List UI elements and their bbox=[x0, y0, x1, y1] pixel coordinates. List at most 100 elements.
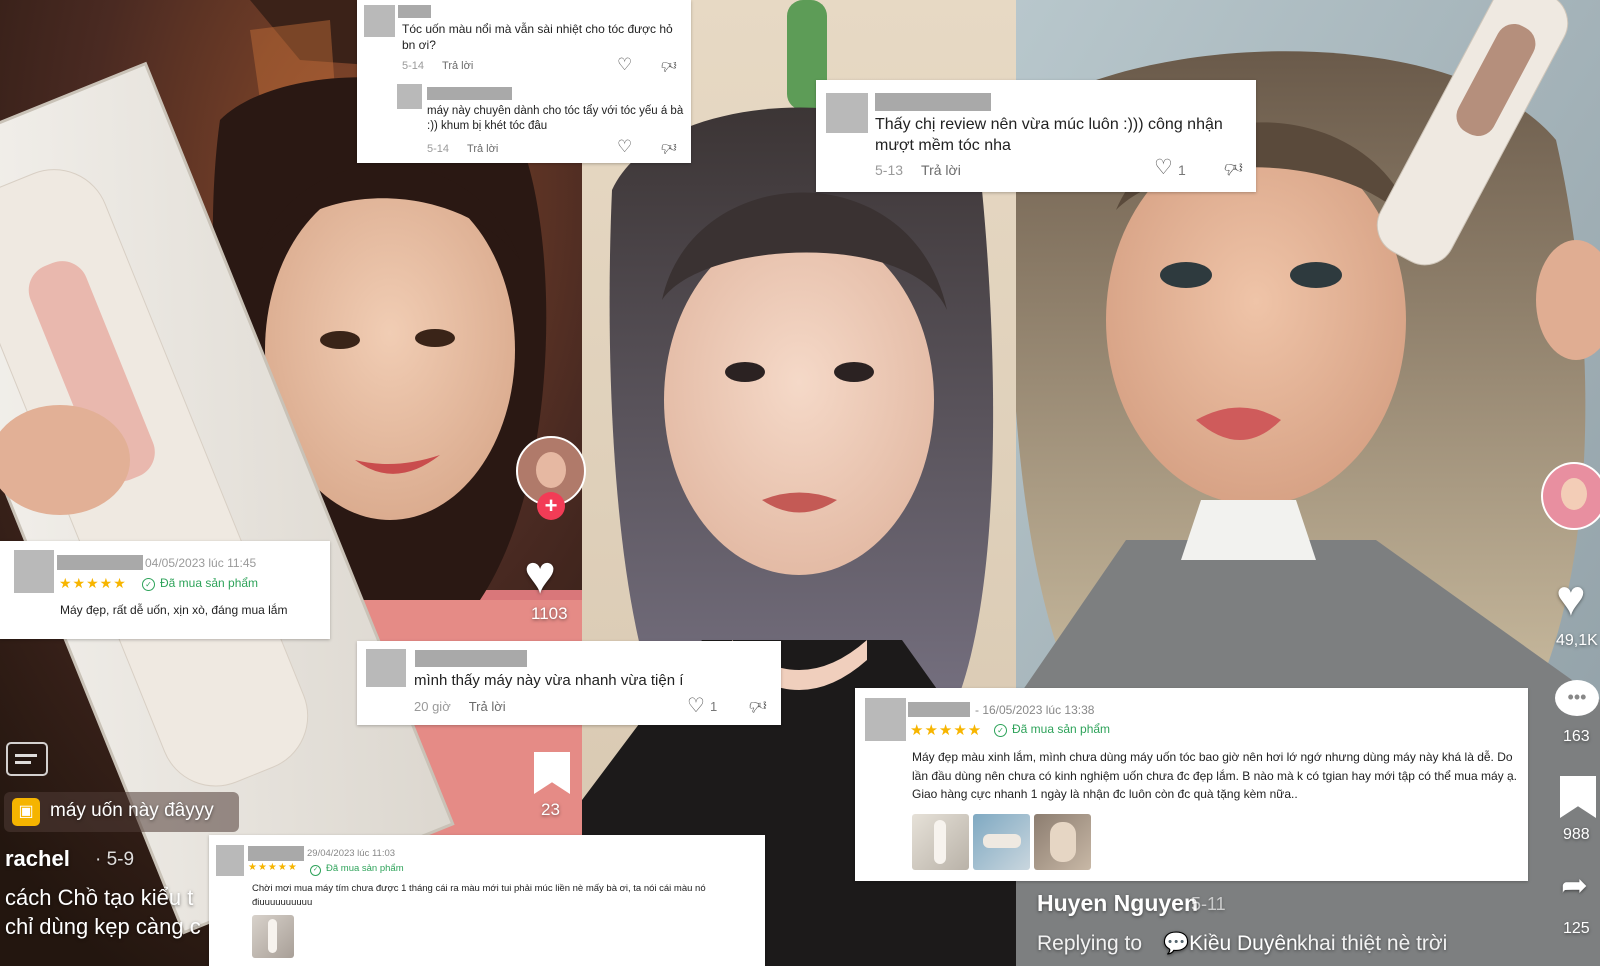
comment3-reply-button[interactable]: Trả lời bbox=[921, 162, 961, 178]
video1-caption-line-2: chỉ dùng kẹp càng c bbox=[5, 914, 201, 939]
review3-username-redacted bbox=[248, 846, 304, 861]
video3-save-count: 988 bbox=[1563, 826, 1590, 843]
review3-thumbnail[interactable] bbox=[252, 915, 294, 958]
review2-thumbnail-1-product bbox=[934, 820, 946, 864]
check-circle-icon: ✓ bbox=[310, 865, 321, 876]
review2-text: Máy đẹp màu xinh lắm, mình chưa dùng máy… bbox=[912, 750, 1517, 802]
video3-mention[interactable]: 💬Kiều Duyên bbox=[1163, 932, 1298, 956]
video3-author[interactable]: Huyen Nguyen bbox=[1037, 890, 1198, 917]
video3-comment-count: 163 bbox=[1563, 728, 1590, 745]
video3-heart-icon[interactable]: ♥ bbox=[1556, 573, 1586, 623]
review-card-3: 29/04/2023 lúc 11:03 ★★★★★ ✓ Đã mua sản p… bbox=[209, 835, 765, 966]
review3-stars: ★★★★★ bbox=[248, 862, 298, 873]
review2-stars: ★★★★★ bbox=[910, 722, 983, 739]
video3-date: 5-11 bbox=[1191, 894, 1226, 914]
comment1-text: Tóc uốn màu nổi mà vẫn sài nhiệt cho tóc… bbox=[402, 22, 673, 52]
review3-avatar bbox=[216, 845, 244, 876]
comment1-meta: 5-14 Trả lời bbox=[402, 60, 473, 72]
comment2-dislike-icon[interactable]: 👍︎ bbox=[661, 138, 677, 156]
comment4-date: 20 giờ bbox=[414, 699, 451, 714]
review2-thumbnail-3[interactable] bbox=[1034, 814, 1091, 870]
review3-bought-label: Đã mua sản phẩm bbox=[326, 863, 404, 874]
video1-like-count: 1103 bbox=[531, 604, 568, 623]
comment-card-review-buy: Thấy chị review nên vừa múc luôn :))) cô… bbox=[816, 80, 1256, 192]
comment3-date: 5-13 bbox=[875, 162, 904, 178]
video3-author-avatar[interactable] bbox=[1541, 462, 1600, 530]
comment2-heart-icon[interactable]: ♡ bbox=[617, 137, 632, 157]
comment1-username-redacted bbox=[398, 5, 431, 18]
comment4-text: mình thấy máy này vừa nhanh vừa tiện í bbox=[414, 672, 684, 689]
review-card-2: - 16/05/2023 lúc 13:38 ★★★★★ ✓ Đã mua sản… bbox=[855, 688, 1528, 881]
check-circle-icon: ✓ bbox=[994, 724, 1007, 737]
review1-bought-label: Đã mua sản phẩm bbox=[160, 576, 259, 590]
video3-reply-text: khai thiệt nè trời bbox=[1297, 932, 1448, 955]
video3-replying-to: Replying to bbox=[1037, 932, 1143, 955]
video1-heart-icon[interactable]: ♥ bbox=[524, 548, 556, 602]
review3-thumbnail-product bbox=[268, 919, 277, 953]
comment3-dislike-icon[interactable]: 👍︎ bbox=[1224, 157, 1243, 179]
comment2-text: máy này chuyên dành cho tóc tẩy với tóc … bbox=[427, 105, 684, 132]
video3-comment-icon[interactable]: ••• bbox=[1555, 680, 1599, 716]
review2-avatar bbox=[865, 698, 906, 741]
comment1-date: 5-14 bbox=[402, 60, 425, 72]
subtitles-icon[interactable] bbox=[6, 742, 48, 776]
review2-thumbnail-2[interactable] bbox=[973, 814, 1030, 870]
video3-share-icon[interactable]: ➦ bbox=[1561, 866, 1588, 904]
review2-bought-badge: ✓ Đã mua sản phẩm bbox=[994, 722, 1110, 737]
video3-share-count: 125 bbox=[1563, 920, 1590, 937]
review1-avatar bbox=[14, 550, 54, 593]
review2-thumbnail-3-person bbox=[1050, 822, 1076, 862]
comment-card-thread: Tóc uốn màu nổi mà vẫn sài nhiệt cho tóc… bbox=[357, 0, 691, 163]
check-circle-icon: ✓ bbox=[142, 578, 155, 591]
comment1-dislike-icon[interactable]: 👍︎ bbox=[661, 56, 677, 74]
review2-date: - 16/05/2023 lúc 13:38 bbox=[975, 703, 1095, 717]
shopping-bag-icon: ▣ bbox=[12, 798, 40, 826]
video3-mention-name: Kiều Duyên bbox=[1189, 932, 1298, 955]
comment3-text: Thấy chị review nên vừa múc luôn :))) cô… bbox=[875, 116, 1223, 154]
comment4-dislike-icon[interactable]: 👍︎ bbox=[749, 695, 767, 716]
video1-avatar-face bbox=[536, 452, 566, 488]
comment4-heart-icon[interactable]: ♡ bbox=[687, 693, 705, 718]
video1-author[interactable]: rachel bbox=[5, 846, 70, 872]
comment4-avatar bbox=[366, 649, 406, 687]
video1-date: · 5-9 bbox=[95, 849, 135, 870]
review-card-1: 04/05/2023 lúc 11:45 ★★★★★ ✓ Đã mua sản p… bbox=[0, 541, 330, 639]
review3-text: Chời mơi mua máy tím chưa được 1 tháng c… bbox=[252, 883, 706, 908]
review1-text: Máy đẹp, rất dễ uốn, xịn xò, đáng mua lắ… bbox=[60, 603, 288, 617]
video3-like-count: 49,1K bbox=[1556, 632, 1598, 649]
comment2-meta: 5-14 Trả lời bbox=[427, 143, 498, 155]
video3-avatar-face bbox=[1561, 478, 1587, 510]
comment1-heart-icon[interactable]: ♡ bbox=[617, 55, 632, 75]
comment2-date: 5-14 bbox=[427, 143, 450, 155]
review1-date: 04/05/2023 lúc 11:45 bbox=[145, 556, 257, 570]
comment1-reply-button[interactable]: Trả lời bbox=[442, 60, 473, 72]
comment4-meta: 20 giờ Trả lời bbox=[414, 699, 506, 714]
comment4-reply-button[interactable]: Trả lời bbox=[469, 699, 506, 714]
review2-username-redacted bbox=[908, 702, 970, 717]
review1-username-redacted bbox=[57, 555, 143, 570]
review1-stars: ★★★★★ bbox=[59, 575, 127, 591]
comment3-like-count: 1 bbox=[1178, 162, 1186, 178]
comment2-username-redacted bbox=[427, 87, 512, 100]
subtitles-line-1 bbox=[15, 754, 37, 757]
review2-thumbnail-2-product bbox=[983, 834, 1021, 848]
comment2-avatar bbox=[397, 84, 422, 109]
comment3-avatar bbox=[826, 93, 868, 133]
comment4-like-count: 1 bbox=[710, 699, 718, 714]
comment2-reply-button[interactable]: Trả lời bbox=[467, 143, 498, 155]
review3-bought-badge: ✓ Đã mua sản phẩm bbox=[310, 863, 404, 876]
comment3-heart-icon[interactable]: ♡ bbox=[1154, 155, 1173, 180]
comment-card-fast: mình thấy máy này vừa nhanh vừa tiện í 2… bbox=[357, 641, 781, 725]
mention-comment-icon: 💬 bbox=[1163, 932, 1190, 955]
shop-anchor[interactable]: ▣ máy uốn này đâyyy bbox=[4, 792, 239, 832]
comment1-avatar bbox=[364, 5, 395, 37]
review3-date: 29/04/2023 lúc 11:03 bbox=[307, 848, 396, 859]
shop-label: máy uốn này đâyyy bbox=[50, 800, 214, 821]
review2-bought-label: Đã mua sản phẩm bbox=[1012, 722, 1111, 736]
subtitles-line-2 bbox=[15, 761, 31, 764]
review2-thumbnail-1[interactable] bbox=[912, 814, 969, 870]
comment3-meta: 5-13 Trả lời bbox=[875, 162, 961, 178]
follow-plus-icon[interactable]: + bbox=[537, 492, 565, 520]
comment4-username-redacted bbox=[415, 650, 527, 667]
video1-save-count: 23 bbox=[541, 800, 560, 819]
